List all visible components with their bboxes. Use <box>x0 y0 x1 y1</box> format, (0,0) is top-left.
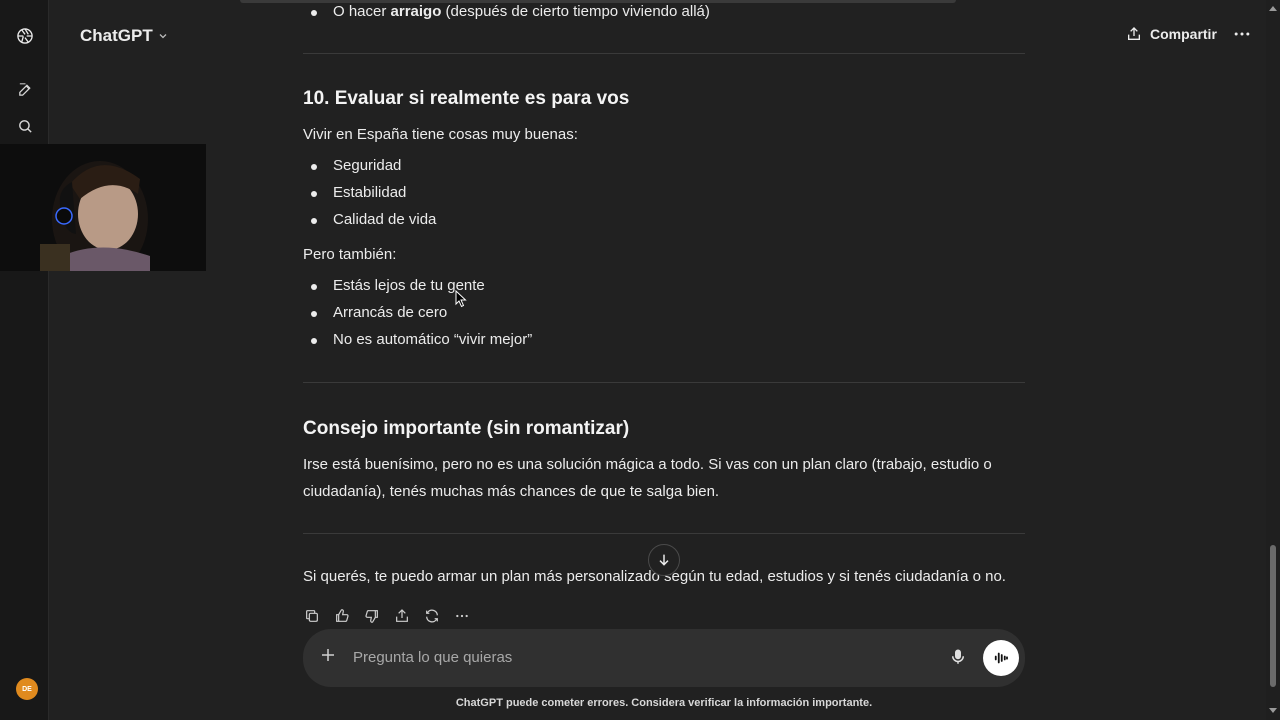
bullet-text: (después de cierto tiempo viviendo allá) <box>441 3 710 20</box>
divider <box>303 533 1025 534</box>
ellipsis-icon[interactable] <box>1232 24 1252 46</box>
paragraph: Pero también: <box>303 246 397 263</box>
scroll-up-arrow[interactable] <box>1269 6 1277 11</box>
thumbs-down-icon[interactable] <box>363 605 381 627</box>
edit-icon[interactable] <box>14 78 36 100</box>
section-heading: Consejo importante (sin romantizar) <box>303 418 630 439</box>
share-button[interactable]: Compartir <box>1126 26 1217 42</box>
paragraph: Vivir en España tiene cosas muy buenas: <box>303 126 578 143</box>
bullet-text: O hacer <box>333 3 391 20</box>
composer: Pregunta lo que quieras <box>303 629 1025 687</box>
model-selector[interactable]: ChatGPT <box>80 26 169 46</box>
app-title: ChatGPT <box>80 26 153 45</box>
share-label: Compartir <box>1150 26 1217 42</box>
scrollbar-thumb[interactable] <box>1270 545 1276 687</box>
sidebar-rail: DE <box>0 0 49 720</box>
ellipsis-icon[interactable] <box>453 605 471 627</box>
mouse-cursor <box>455 289 467 313</box>
disclaimer: ChatGPT puede cometer errores. Considera… <box>455 697 873 709</box>
list-item: Arrancás de cero <box>310 304 448 321</box>
divider <box>303 53 1025 54</box>
scrollbar[interactable] <box>1266 0 1280 720</box>
share-icon[interactable] <box>393 605 411 627</box>
list-item: No es automático “vivir mejor” <box>310 331 533 348</box>
user-avatar[interactable]: DE <box>16 678 38 700</box>
share-icon <box>1128 27 1140 40</box>
prompt-input[interactable]: Pregunta lo que quieras <box>353 649 512 666</box>
refresh-icon[interactable] <box>423 605 441 627</box>
voice-mode-button[interactable] <box>983 640 1019 676</box>
divider <box>303 382 1025 383</box>
plus-icon[interactable] <box>319 646 341 668</box>
mic-icon[interactable] <box>949 647 969 669</box>
chevron-down-icon <box>159 34 167 39</box>
list-item: Calidad de vida <box>310 211 437 228</box>
webcam-overlay <box>0 144 206 271</box>
bullet-bold: arraigo <box>390 3 442 20</box>
voice-wave-icon <box>994 652 1008 664</box>
search-icon[interactable] <box>14 115 36 137</box>
paragraph: Irse está buenísimo, pero no es una solu… <box>303 456 992 500</box>
list-item: O hacer arraigo (después de cierto tiemp… <box>311 3 710 20</box>
scroll-down-button[interactable] <box>648 544 680 576</box>
section-heading: 10. Evaluar si realmente es para vos <box>303 88 630 109</box>
list-item: Seguridad <box>310 157 402 174</box>
arrow-down-icon <box>659 554 669 566</box>
message-actions <box>303 605 471 627</box>
copy-icon[interactable] <box>303 605 321 627</box>
list-item: Estabilidad <box>310 184 407 201</box>
scroll-down-arrow[interactable] <box>1269 708 1277 713</box>
thumbs-up-icon[interactable] <box>333 605 351 627</box>
openai-logo-icon[interactable] <box>14 25 36 47</box>
